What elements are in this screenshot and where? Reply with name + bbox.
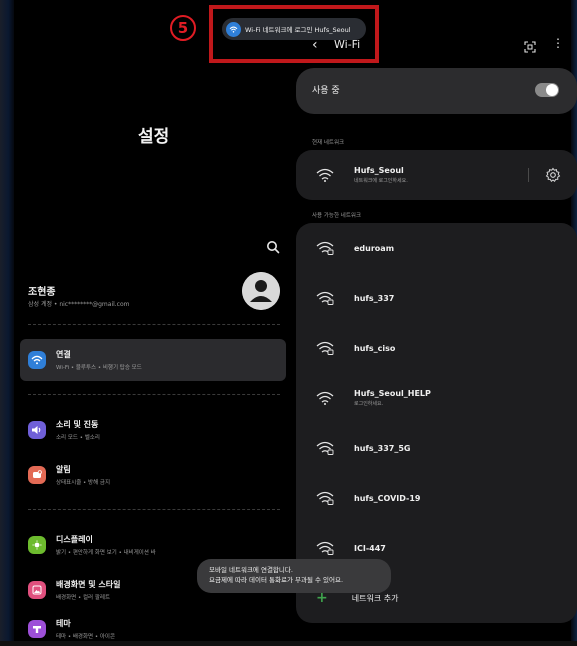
network-row-hufs-seoul-help[interactable]: Hufs_Seoul_HELP 로그인하세요.: [296, 378, 577, 418]
wifi-icon: [226, 21, 241, 37]
annotation-number: 5: [170, 15, 196, 41]
more-options-icon[interactable]: ⋮: [552, 36, 564, 50]
wifi-locked-icon: [316, 491, 334, 505]
wifi-icon: [28, 351, 46, 369]
sun-icon: [28, 536, 46, 554]
menu-item-connections[interactable]: 연결 Wi-Fi • 블루투스 • 비행기 탑승 모드: [20, 339, 286, 381]
divider: [28, 394, 280, 395]
search-icon[interactable]: [266, 239, 282, 255]
snackbar-line-2: 요금제에 따라 데이터 통화료가 부과될 수 있어요.: [209, 576, 344, 584]
network-status: 네트워크에 로그인하세요.: [354, 178, 408, 184]
network-name: hufs_COVID-19: [354, 493, 421, 503]
menu-title: 소리 및 진동: [56, 420, 99, 429]
network-status: 로그인하세요.: [354, 401, 384, 407]
menu-title: 연결: [56, 350, 71, 359]
divider: [28, 509, 280, 510]
wifi-locked-icon: [316, 441, 334, 455]
network-name: hufs_337: [354, 293, 395, 303]
snackbar-line-1: 모바일 네트워크에 연결합니다.: [209, 566, 293, 574]
menu-subtitle: 상태표시줄 • 방해 금지: [56, 480, 111, 486]
network-row-hufs-337[interactable]: hufs_337: [296, 278, 577, 318]
menu-subtitle: Wi-Fi • 블루투스 • 비행기 탑승 모드: [56, 365, 142, 371]
notification-text: Wi-Fi 네트워크에 로그인 Hufs_Seoul: [245, 26, 351, 34]
menu-title: 알림: [56, 465, 71, 474]
available-networks-label: 사용 가능한 네트워크: [312, 213, 362, 219]
menu-item-notifications[interactable]: 알림 상태표시줄 • 방해 금지: [20, 454, 286, 496]
qr-scan-icon[interactable]: [524, 38, 536, 53]
menu-subtitle: 밝기 • 편안하게 화면 보기 • 내비게이션 바: [56, 550, 156, 556]
add-network-label: 네트워크 추가: [351, 593, 399, 603]
image-icon: [28, 581, 46, 599]
wifi-signal-icon: [316, 168, 334, 182]
wifi-locked-icon: [316, 341, 334, 355]
menu-item-sound[interactable]: 소리 및 진동 소리 모드 • 벨소리: [20, 409, 286, 451]
divider: [28, 324, 280, 325]
menu-subtitle: 배경화면 • 컬러 팔레트: [56, 595, 111, 601]
avatar[interactable]: [242, 272, 280, 310]
volume-icon: [28, 421, 46, 439]
menu-title: 배경화면 및 스타일: [56, 580, 121, 589]
network-row-hufs-ciso[interactable]: hufs_ciso: [296, 328, 577, 368]
network-row-hufs-337-5g[interactable]: hufs_337_5G: [296, 428, 577, 468]
network-name: hufs_ciso: [354, 343, 396, 353]
menu-subtitle: 소리 모드 • 벨소리: [56, 435, 100, 441]
profile-account: 삼성 계정 • nic********@gmail.com: [28, 301, 130, 308]
frame-edge-left: [0, 0, 14, 641]
wifi-toggle[interactable]: [535, 83, 559, 97]
bell-icon: [28, 466, 46, 484]
menu-title: 디스플레이: [56, 535, 93, 544]
menu-subtitle: 테마 • 배경화면 • 아이콘: [56, 634, 116, 640]
network-name: Hufs_Seoul: [354, 166, 404, 175]
wifi-master-switch[interactable]: 사용 중: [296, 68, 577, 114]
page-title: 설정: [138, 127, 170, 147]
network-name: ICI-447: [354, 543, 386, 553]
current-network-row[interactable]: Hufs_Seoul 네트워크에 로그인하세요.: [296, 155, 577, 195]
theme-icon: [28, 620, 46, 638]
wifi-locked-icon: [316, 241, 334, 255]
network-name: eduroam: [354, 243, 395, 253]
wifi-signal-icon: [316, 391, 334, 405]
settings-panel: 설정 조현종 삼성 계정 • nic********@gmail.com 연결 …: [14, 6, 296, 641]
profile-name[interactable]: 조현종: [28, 283, 56, 298]
current-network-label: 현재 네트워크: [312, 140, 345, 146]
current-network-card[interactable]: Hufs_Seoul 네트워크에 로그인하세요.: [296, 150, 577, 200]
network-row-hufs-covid-19[interactable]: hufs_COVID-19: [296, 478, 577, 518]
snackbar: 모바일 네트워크에 연결합니다. 요금제에 따라 데이터 통화료가 부과될 수 …: [197, 559, 391, 593]
network-name: Hufs_Seoul_HELP: [354, 389, 431, 398]
wifi-locked-icon: [316, 541, 334, 555]
wifi-locked-icon: [316, 291, 334, 305]
network-name: hufs_337_5G: [354, 443, 411, 453]
separator: [528, 168, 529, 182]
wifi-login-notification[interactable]: Wi-Fi 네트워크에 로그인 Hufs_Seoul: [222, 18, 366, 40]
menu-title: 테마: [56, 619, 71, 628]
network-row-eduroam[interactable]: eduroam: [296, 228, 577, 268]
wifi-switch-label: 사용 중: [312, 86, 340, 96]
gear-icon[interactable]: [545, 167, 561, 183]
